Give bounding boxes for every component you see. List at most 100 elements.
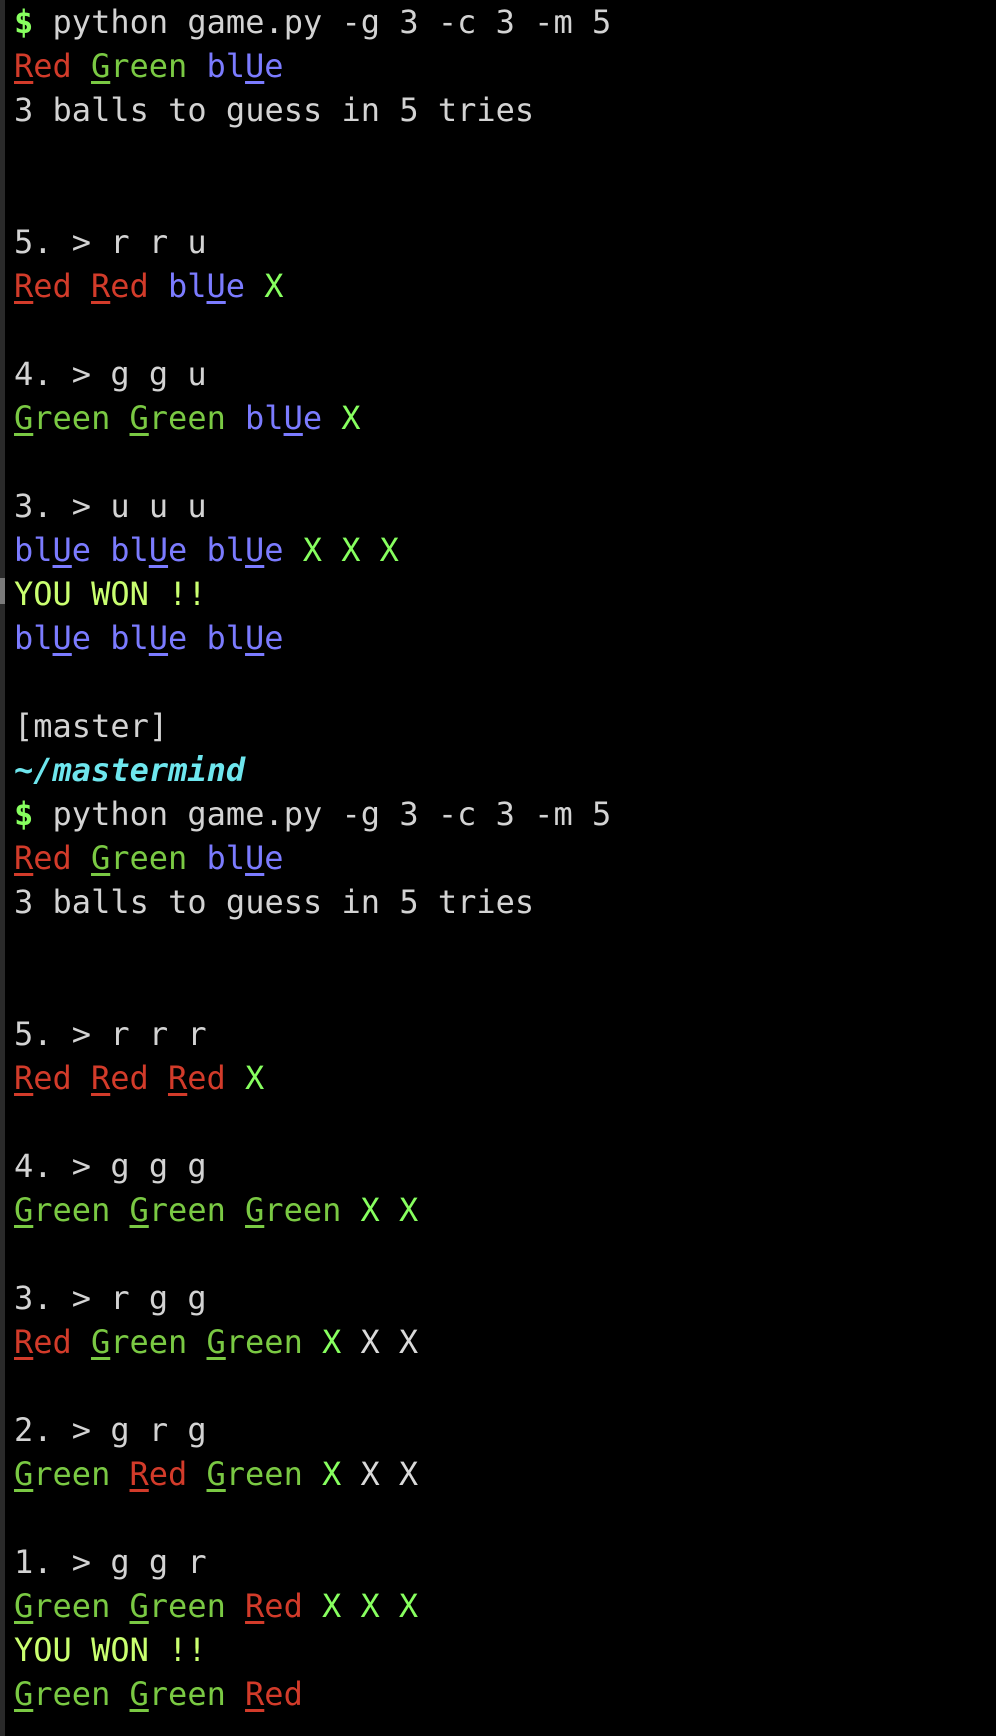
output-text: 4. > g g g bbox=[14, 1147, 207, 1185]
feedback-mark: X bbox=[322, 1323, 342, 1361]
terminal-line: Green Green Red bbox=[14, 1672, 990, 1716]
ball-key-letter: G bbox=[90, 1323, 111, 1361]
ball-key-letter: R bbox=[90, 267, 111, 305]
ball-key-letter: G bbox=[129, 399, 149, 437]
ball-key-letter: G bbox=[129, 1587, 149, 1625]
ball-text: bl bbox=[206, 619, 246, 657]
ball-red: Red bbox=[14, 839, 72, 877]
ball-key-letter: G bbox=[14, 1587, 34, 1625]
ball-key-letter: G bbox=[206, 1455, 226, 1493]
ball-text: ed bbox=[33, 267, 72, 305]
output-text: 4. > g g u bbox=[14, 355, 207, 393]
ball-text: ed bbox=[148, 1455, 188, 1493]
ball-key-letter: G bbox=[90, 47, 111, 85]
ball-red: Red bbox=[91, 267, 149, 305]
ball-text: reen bbox=[148, 1587, 226, 1625]
terminal-output[interactable]: $ python game.py -g 3 -c 3 -m 5 Red Green b… bbox=[14, 0, 990, 1716]
terminal-line: $ python game.py -g 3 -c 3 -m 5 bbox=[14, 792, 990, 836]
feedback-mark: X bbox=[398, 1587, 419, 1625]
terminal-line: 5. > r r u bbox=[14, 220, 990, 264]
terminal-line: Red Green Green X X X bbox=[14, 1320, 990, 1364]
terminal-line: 4. > g g g bbox=[14, 1144, 990, 1188]
ball-red: Red bbox=[91, 1059, 149, 1097]
terminal-line: 1. > g g r bbox=[14, 1540, 990, 1584]
ball-green: Green bbox=[130, 1675, 226, 1713]
output-text: 5. > r r u bbox=[14, 223, 207, 261]
ball-text: ed bbox=[33, 839, 72, 877]
ball-key-letter: U bbox=[206, 267, 226, 305]
ball-text: e bbox=[264, 47, 284, 85]
ball-red: Red bbox=[14, 1059, 72, 1097]
ball-key-letter: R bbox=[245, 1587, 265, 1625]
ball-key-letter: U bbox=[52, 531, 72, 569]
ball-text: reen bbox=[225, 1455, 303, 1493]
win-message: YOU WON !! bbox=[14, 1631, 207, 1669]
command-text: python game.py -g 3 -c 3 -m 5 bbox=[52, 795, 612, 833]
ball-text: reen bbox=[33, 1587, 111, 1625]
ball-key-letter: R bbox=[129, 1455, 149, 1493]
terminal-line: Red Green blUe bbox=[14, 44, 990, 88]
ball-key-letter: R bbox=[14, 47, 34, 85]
feedback-mark: X bbox=[379, 531, 399, 569]
ball-text: e bbox=[71, 619, 92, 657]
ball-blue: blUe bbox=[245, 399, 322, 437]
ball-blue: blUe bbox=[207, 531, 284, 569]
ball-key-letter: R bbox=[14, 1323, 34, 1361]
ball-red: Red bbox=[130, 1455, 188, 1493]
ball-text: bl bbox=[206, 47, 246, 85]
terminal-line: $ python game.py -g 3 -c 3 -m 5 bbox=[14, 0, 990, 44]
feedback-mark: X bbox=[360, 1323, 380, 1361]
output-text: 3. > u u u bbox=[14, 487, 207, 525]
terminal-line: Red Red blUe X bbox=[14, 264, 990, 308]
ball-text: reen bbox=[110, 1323, 188, 1361]
output-text: 3 balls to guess in 5 tries bbox=[14, 883, 535, 921]
ball-key-letter: R bbox=[245, 1675, 265, 1713]
ball-green: Green bbox=[130, 1587, 226, 1625]
ball-text: ed bbox=[264, 1675, 303, 1713]
ball-key-letter: U bbox=[245, 619, 265, 657]
feedback-mark: X bbox=[264, 267, 284, 305]
ball-green: Green bbox=[207, 1323, 303, 1361]
ball-text: ed bbox=[110, 1059, 149, 1097]
feedback-mark: X bbox=[244, 1059, 265, 1097]
ball-text: bl bbox=[206, 531, 246, 569]
output-text: 1. > g g r bbox=[14, 1543, 207, 1581]
ball-green: Green bbox=[207, 1455, 303, 1493]
feedback-mark: X bbox=[302, 531, 323, 569]
ball-blue: blUe bbox=[207, 839, 284, 877]
output-text: 5. > r r r bbox=[14, 1015, 207, 1053]
ball-text: bl bbox=[245, 399, 284, 437]
ball-blue: blUe bbox=[110, 619, 187, 657]
ball-text: e bbox=[168, 531, 188, 569]
terminal-line: 4. > g g u bbox=[14, 352, 990, 396]
ball-text: reen bbox=[33, 1191, 111, 1229]
ball-red: Red bbox=[245, 1587, 303, 1625]
ball-text: reen bbox=[33, 1675, 111, 1713]
ball-key-letter: U bbox=[245, 839, 265, 877]
ball-key-letter: R bbox=[14, 839, 34, 877]
terminal-line: Red Red Red X bbox=[14, 1056, 990, 1100]
terminal-line: 3 balls to guess in 5 tries bbox=[14, 88, 990, 132]
ball-green: Green bbox=[130, 399, 226, 437]
feedback-mark: X bbox=[341, 399, 361, 437]
ball-key-letter: U bbox=[245, 47, 265, 85]
feedback-mark: X bbox=[322, 1455, 342, 1493]
command-text: python game.py -g 3 -c 3 -m 5 bbox=[52, 3, 612, 41]
ball-blue: blUe bbox=[14, 531, 91, 569]
feedback-mark: X bbox=[360, 1587, 380, 1625]
terminal-line: 3 balls to guess in 5 tries bbox=[14, 880, 990, 924]
ball-green: Green bbox=[14, 399, 110, 437]
feedback-mark: X bbox=[322, 1587, 342, 1625]
ball-text: e bbox=[71, 531, 92, 569]
terminal-line: Green Green Green X X bbox=[14, 1188, 990, 1232]
ball-text: bl bbox=[14, 531, 53, 569]
terminal-line: Green Green Red X X X bbox=[14, 1584, 990, 1628]
output-text: 3 balls to guess in 5 tries bbox=[14, 91, 535, 129]
ball-text: ed bbox=[264, 1587, 303, 1625]
